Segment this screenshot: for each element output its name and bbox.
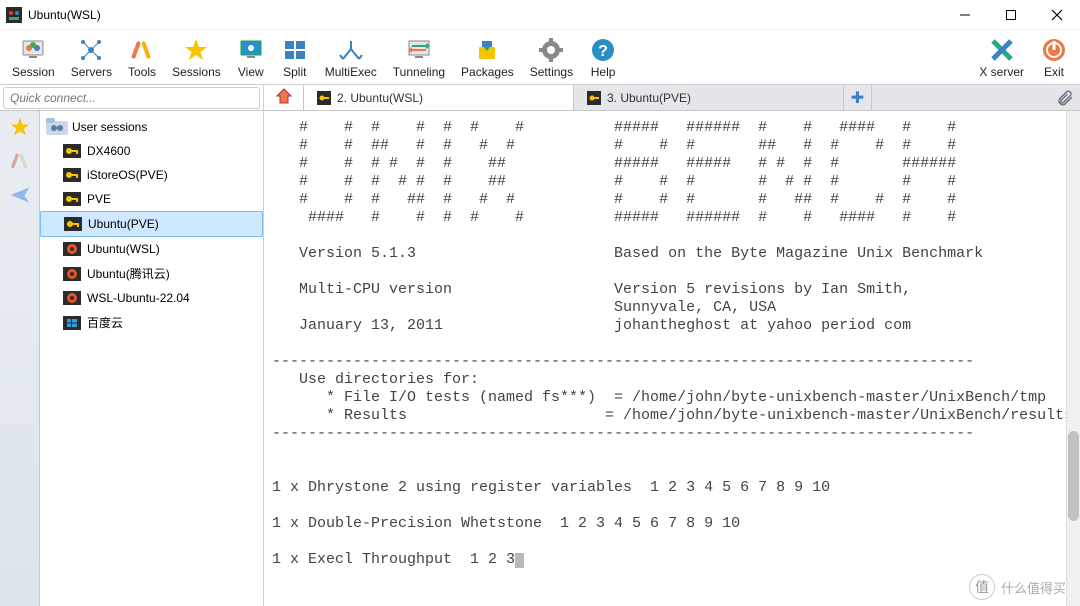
window-title: Ubuntu(WSL) xyxy=(28,8,942,22)
home-icon xyxy=(275,87,293,108)
body: User sessions DX4600 iStoreOS(PVE) PVE Ubun… xyxy=(0,111,1080,606)
tab-3-ubuntu-pve[interactable]: 3. Ubuntu(PVE) xyxy=(574,85,844,110)
tab-bar: 2. Ubuntu(WSL) 3. Ubuntu(PVE) ✚ xyxy=(0,85,1080,111)
tree-item-label: DX4600 xyxy=(87,144,130,158)
favorite-star-icon[interactable] xyxy=(8,115,32,139)
split-icon xyxy=(281,36,309,64)
tree-root-label: User sessions xyxy=(72,120,147,134)
tree-item-label: Ubuntu(PVE) xyxy=(88,217,159,231)
tree-item[interactable]: Ubuntu(PVE) xyxy=(40,211,263,237)
tree-item[interactable]: 百度云 xyxy=(40,310,263,335)
toolbar-view[interactable]: View xyxy=(229,34,273,81)
toolbar-tunneling[interactable]: Tunneling xyxy=(385,34,453,81)
watermark-icon: 值 xyxy=(969,574,995,600)
session-icon xyxy=(19,36,47,64)
quick-connect-container xyxy=(0,85,264,110)
terminal-cursor xyxy=(515,553,524,568)
tree-item[interactable]: Ubuntu(WSL) xyxy=(40,237,263,261)
tree-item-label: 百度云 xyxy=(87,314,123,331)
send-icon[interactable] xyxy=(8,183,32,207)
tab-label: 2. Ubuntu(WSL) xyxy=(337,91,423,105)
terminal-output: # # # # # # # ##### ###### # # #### # # … xyxy=(264,111,1080,577)
multiexec-icon xyxy=(337,36,365,64)
tree-item-label: WSL-Ubuntu-22.04 xyxy=(87,291,190,305)
tree-item[interactable]: DX4600 xyxy=(40,139,263,163)
plus-icon: ✚ xyxy=(851,88,864,108)
tab-label: 3. Ubuntu(PVE) xyxy=(607,91,691,105)
toolbar-help[interactable]: ? Help xyxy=(581,34,625,81)
toolbar-settings[interactable]: Settings xyxy=(522,34,581,81)
quick-connect-input[interactable] xyxy=(3,87,260,109)
tree-item[interactable]: PVE xyxy=(40,187,263,211)
folder-icon xyxy=(46,118,68,136)
session-icon xyxy=(62,167,82,183)
tree-item[interactable]: iStoreOS(PVE) xyxy=(40,163,263,187)
terminal-scrollbar[interactable] xyxy=(1066,111,1080,606)
tree-item-label: PVE xyxy=(87,192,111,206)
tree-item[interactable]: Ubuntu(腾讯云) xyxy=(40,261,263,286)
key-icon xyxy=(316,90,332,106)
tools-icon xyxy=(128,36,156,64)
attachment-icon[interactable] xyxy=(1050,85,1080,110)
scrollbar-thumb[interactable] xyxy=(1068,431,1079,521)
power-icon xyxy=(1040,36,1068,64)
tree-item-label: iStoreOS(PVE) xyxy=(87,168,168,182)
key-icon xyxy=(586,90,602,106)
terminal[interactable]: # # # # # # # ##### ###### # # #### # # … xyxy=(264,111,1080,606)
help-icon: ? xyxy=(589,36,617,64)
main-toolbar: Session Servers Tools Sessions View Spli… xyxy=(0,30,1080,85)
maximize-button[interactable] xyxy=(988,0,1034,30)
star-icon xyxy=(182,36,210,64)
session-tree: User sessions DX4600 iStoreOS(PVE) PVE Ubun… xyxy=(40,111,264,606)
tree-item-label: Ubuntu(WSL) xyxy=(87,242,160,256)
side-toolbar xyxy=(0,111,40,606)
session-icon xyxy=(62,143,82,159)
session-icon xyxy=(62,315,82,331)
toolbar-exit[interactable]: Exit xyxy=(1032,34,1076,81)
title-bar: Ubuntu(WSL) xyxy=(0,0,1080,30)
tab-home[interactable] xyxy=(264,85,304,110)
toolbar-packages[interactable]: Packages xyxy=(453,34,522,81)
minimize-button[interactable] xyxy=(942,0,988,30)
tab-add[interactable]: ✚ xyxy=(844,85,872,110)
session-icon xyxy=(62,290,82,306)
watermark-text: 什么值得买 xyxy=(1001,578,1066,597)
tunneling-icon xyxy=(405,36,433,64)
toolbar-servers[interactable]: Servers xyxy=(63,34,120,81)
session-icon xyxy=(62,191,82,207)
tree-root[interactable]: User sessions xyxy=(40,115,263,139)
side-tools-icon[interactable] xyxy=(8,149,32,173)
svg-text:?: ? xyxy=(598,43,608,60)
toolbar-multiexec[interactable]: MultiExec xyxy=(317,34,385,81)
xserver-icon xyxy=(988,36,1016,64)
watermark: 值 什么值得买 xyxy=(969,574,1066,600)
tree-item[interactable]: WSL-Ubuntu-22.04 xyxy=(40,286,263,310)
servers-icon xyxy=(77,36,105,64)
tab-2-ubuntu-wsl[interactable]: 2. Ubuntu(WSL) xyxy=(304,85,574,110)
session-icon xyxy=(63,216,83,232)
session-icon xyxy=(62,266,82,282)
toolbar-session[interactable]: Session xyxy=(4,34,63,81)
toolbar-split[interactable]: Split xyxy=(273,34,317,81)
gear-icon xyxy=(537,36,565,64)
toolbar-sessions[interactable]: Sessions xyxy=(164,34,229,81)
close-button[interactable] xyxy=(1034,0,1080,30)
toolbar-xserver[interactable]: X server xyxy=(971,34,1032,81)
app-icon xyxy=(6,7,22,23)
tree-item-label: Ubuntu(腾讯云) xyxy=(87,265,170,282)
toolbar-tools[interactable]: Tools xyxy=(120,34,164,81)
packages-icon xyxy=(473,36,501,64)
session-icon xyxy=(62,241,82,257)
view-icon xyxy=(237,36,265,64)
